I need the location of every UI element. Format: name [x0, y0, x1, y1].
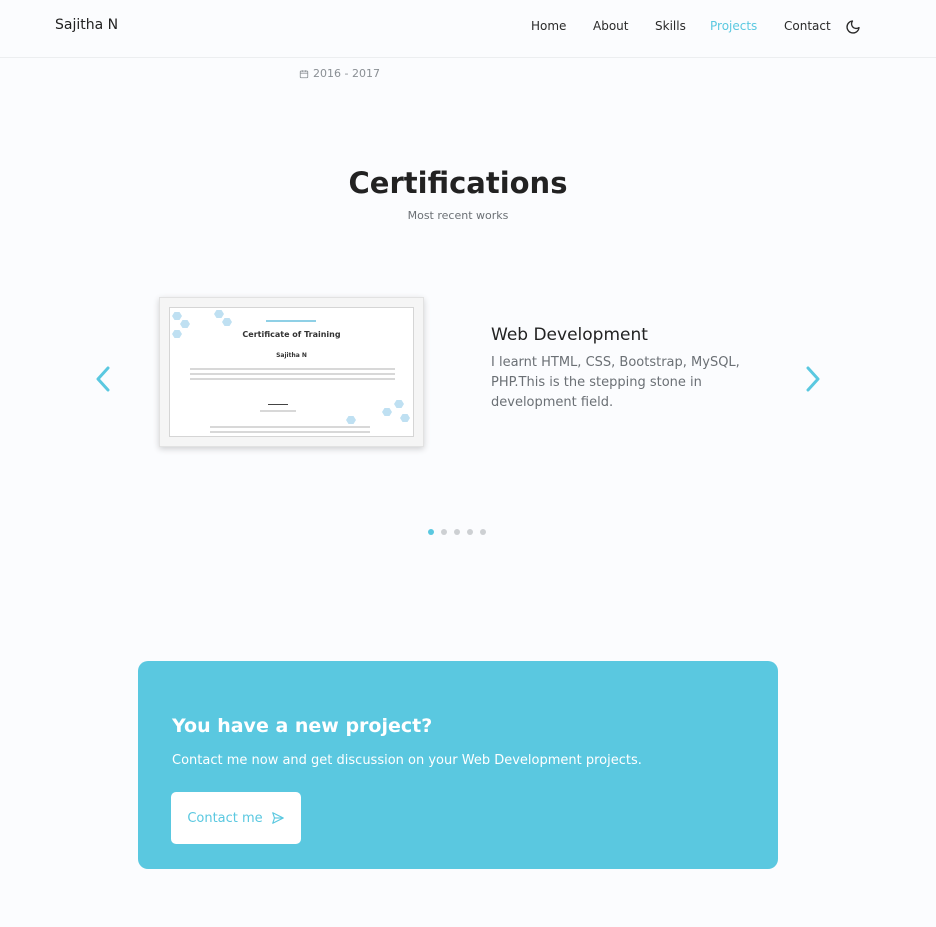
- section-title: Certifications: [348, 166, 568, 200]
- certificate-description: I learnt HTML, CSS, Bootstrap, MySQL, PH…: [491, 355, 740, 410]
- brand-name[interactable]: Sajitha N: [55, 17, 118, 33]
- site-header: Sajitha N Home About Skills Projects Con…: [0, 0, 936, 58]
- nav-contact[interactable]: Contact: [784, 19, 831, 33]
- cta-text: Contact me now and get discussion on you…: [172, 753, 642, 768]
- send-icon: [271, 812, 284, 824]
- pagination-dot[interactable]: [467, 529, 473, 535]
- certificate-title: Web Development: [491, 325, 648, 345]
- certificate-image: Certificate of Training Sajitha N: [159, 297, 424, 447]
- nav-home[interactable]: Home: [531, 19, 566, 33]
- chevron-left-icon[interactable]: [92, 364, 114, 394]
- pagination-dot[interactable]: [428, 529, 434, 535]
- qualification-date: 2016 - 2017: [299, 67, 380, 80]
- moon-icon[interactable]: [845, 19, 861, 35]
- pagination-dot[interactable]: [441, 529, 447, 535]
- pagination-dot[interactable]: [480, 529, 486, 535]
- contact-me-button[interactable]: Contact me: [171, 792, 301, 844]
- carousel-pagination: [428, 529, 486, 535]
- cta-title: You have a new project?: [172, 715, 433, 737]
- section-subtitle: Most recent works: [407, 209, 509, 222]
- certificate-heading: Certificate of Training: [242, 330, 341, 339]
- certificate-recipient: Sajitha N: [276, 352, 307, 359]
- nav-projects[interactable]: Projects: [710, 19, 757, 33]
- certificate-document: Certificate of Training Sajitha N: [169, 307, 414, 437]
- contact-me-label: Contact me: [187, 810, 263, 826]
- pagination-dot[interactable]: [454, 529, 460, 535]
- calendar-icon: [299, 69, 309, 78]
- nav-about[interactable]: About: [593, 19, 628, 33]
- date-text: 2016 - 2017: [313, 67, 380, 80]
- chevron-right-icon[interactable]: [802, 364, 824, 394]
- project-cta-banner: You have a new project? Contact me now a…: [138, 661, 778, 869]
- nav-skills[interactable]: Skills: [655, 19, 686, 33]
